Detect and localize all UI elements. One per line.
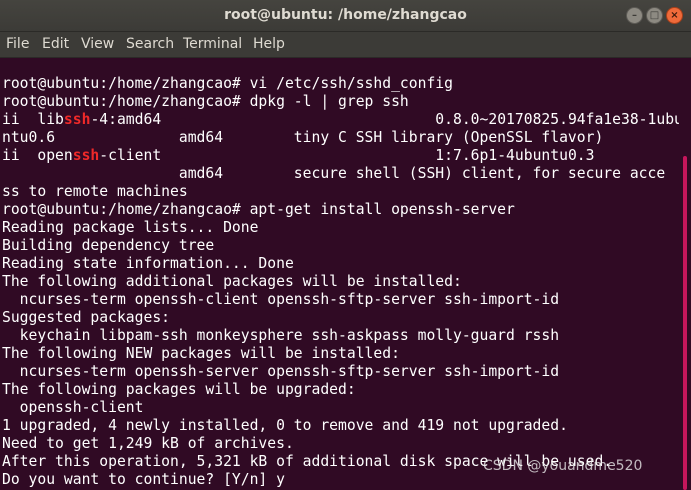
terminal-line: root@ubuntu:/home/zhangcao# vi /etc/ssh/… (2, 75, 453, 92)
terminal-line: Reading package lists... Done (2, 219, 259, 236)
window-title: root@ubuntu: /home/zhangcao (224, 7, 467, 23)
close-icon[interactable]: × (666, 7, 683, 24)
terminal-line: The following packages will be upgraded: (2, 381, 356, 398)
menu-search[interactable]: Search (126, 32, 174, 57)
match-highlight: ssh (63, 111, 91, 128)
text-segment: ii lib (2, 111, 64, 128)
maximize-icon[interactable]: □ (646, 7, 663, 24)
terminal-line: ncurses-term openssh-client openssh-sftp… (2, 291, 560, 308)
terminal-line: Need to get 1,249 kB of archives. (2, 435, 294, 452)
terminal-line: The following additional packages will b… (2, 273, 462, 290)
terminal-line: keychain libpam-ssh monkeysphere ssh-ask… (2, 327, 560, 344)
terminal-line: ii openssh-client 1:7.6p1-4ubuntu0.3 (2, 147, 679, 165)
match-highlight: ssh (72, 147, 100, 164)
terminal-line: 1 upgraded, 4 newly installed, 0 to remo… (2, 417, 568, 434)
terminal-line: The following NEW packages will be insta… (2, 345, 400, 362)
terminal-line: Reading state information... Done (2, 255, 294, 272)
title-bar[interactable]: root@ubuntu: /home/zhangcao – □ × (0, 0, 691, 32)
terminal-line: ncurses-term openssh-server openssh-sftp… (2, 363, 560, 380)
menu-edit[interactable]: Edit (42, 32, 69, 57)
terminal-line: ss to remote machines (2, 183, 188, 200)
scrollbar-thumb[interactable] (683, 156, 687, 490)
terminal-line: amd64 secure shell (SSH) client, for sec… (2, 165, 666, 182)
minimize-icon[interactable]: – (626, 7, 643, 24)
menu-file[interactable]: File (6, 32, 29, 57)
terminal-window: root@ubuntu: /home/zhangcao – □ × File E… (0, 0, 691, 490)
menu-help[interactable]: Help (253, 32, 285, 57)
menu-terminal[interactable]: Terminal (183, 32, 242, 57)
menu-view[interactable]: View (81, 32, 114, 57)
text-segment: ii open (2, 147, 73, 164)
terminal-line: openssh-client (2, 399, 144, 416)
terminal-line: Suggested packages: (2, 309, 171, 326)
terminal-line: root@ubuntu:/home/zhangcao# apt-get inst… (2, 201, 515, 218)
terminal-line: ii libssh-4:amd64 0.8.0~20170825.94fa1e3… (2, 111, 679, 129)
terminal-line: root@ubuntu:/home/zhangcao# dpkg -l | gr… (2, 93, 409, 110)
scrollbar[interactable] (679, 58, 691, 490)
menu-bar: File Edit View Search Terminal Help (0, 32, 691, 58)
text-segment: -client 1:7.6p1-4ubuntu0.3 (99, 147, 595, 164)
terminal-output[interactable]: root@ubuntu:/home/zhangcao# vi /etc/ssh/… (0, 58, 679, 490)
terminal-line: ntu0.6 amd64 tiny C SSH library (OpenSSL… (2, 129, 604, 146)
terminal-lines: root@ubuntu:/home/zhangcao# vi /etc/ssh/… (2, 75, 679, 489)
watermark: CSDN @youandme520 (483, 458, 643, 474)
text-segment: -4:amd64 0.8.0~20170825.94fa1e38-1ubu (90, 111, 679, 128)
terminal-line: Building dependency tree (2, 237, 215, 254)
